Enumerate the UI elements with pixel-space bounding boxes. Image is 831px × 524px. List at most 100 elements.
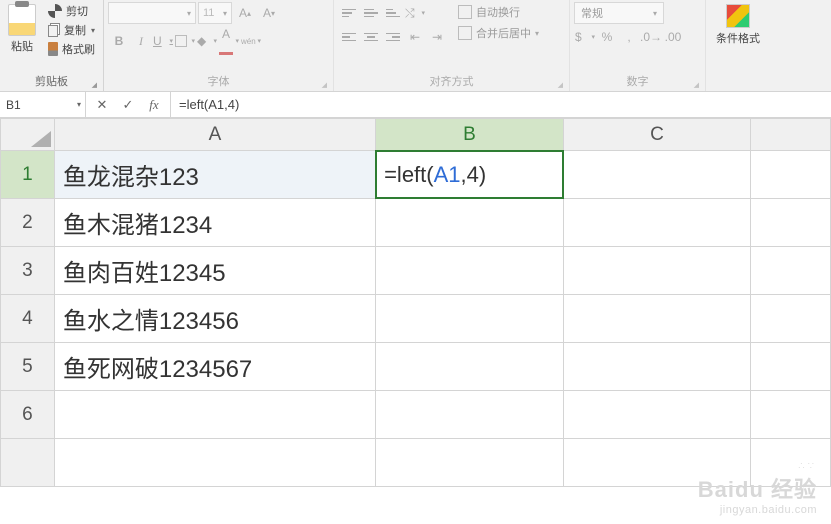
merge-center-button[interactable]: 合并后居中▾ [452, 23, 545, 43]
cell-d4[interactable] [751, 295, 831, 343]
number-format-combo[interactable]: 常规▾ [574, 2, 664, 24]
wrap-label: 自动换行 [476, 4, 520, 20]
cell-b6[interactable] [376, 391, 564, 439]
col-header-b[interactable]: B [376, 119, 564, 151]
align-center-button[interactable] [360, 26, 382, 48]
decrease-font-button[interactable]: A▾ [258, 2, 280, 24]
formula-input[interactable]: =left(A1,4) [171, 92, 831, 117]
copy-icon [48, 25, 58, 37]
wrap-icon [458, 5, 472, 19]
align-right-button[interactable] [382, 26, 404, 48]
cell-d7[interactable] [751, 439, 831, 487]
conditional-format-button[interactable]: 条件格式 [710, 2, 766, 46]
cell-d3[interactable] [751, 247, 831, 295]
cell-b1-content: =left(A1,4) [384, 162, 486, 187]
increase-indent-button[interactable]: ⇥ [426, 26, 448, 48]
copy-label: 复制 [64, 22, 86, 38]
group-clipboard: 粘贴 剪切 复制▾ 格式刷 剪贴板 [0, 0, 104, 91]
font-name-combo[interactable]: ▾ [108, 2, 196, 24]
cell-a3[interactable]: 鱼肉百姓12345 [54, 247, 375, 295]
col-header-c[interactable]: C [563, 119, 750, 151]
group-number: 常规▾ $▾ % , .0→ .00 数字 [570, 0, 706, 91]
row-header-7[interactable] [1, 439, 55, 487]
orientation-button[interactable]: ⤭▾ [404, 2, 426, 24]
group-alignment-label: 对齐方式 [338, 71, 565, 91]
font-size-combo[interactable]: 11▾ [198, 2, 232, 24]
merge-icon [458, 26, 472, 40]
cell-a2[interactable]: 鱼木混猪1234 [54, 199, 375, 247]
row-header-6[interactable]: 6 [1, 391, 55, 439]
cell-b7[interactable] [376, 439, 564, 487]
cell-a4[interactable]: 鱼水之情123456 [54, 295, 375, 343]
wrap-text-button[interactable]: 自动换行 [452, 2, 545, 22]
number-format-value: 常规 [581, 5, 603, 21]
cell-b2[interactable] [376, 199, 564, 247]
cell-b5[interactable] [376, 343, 564, 391]
cell-a7[interactable] [54, 439, 375, 487]
row-header-5[interactable]: 5 [1, 343, 55, 391]
insert-function-button[interactable]: fx [142, 94, 166, 116]
group-font-label: 字体 [108, 71, 329, 91]
cell-b1[interactable]: =left(A1,4) [376, 151, 564, 199]
select-all-corner[interactable] [1, 119, 55, 151]
align-bottom-button[interactable] [382, 2, 404, 24]
name-box-value: B1 [6, 98, 21, 112]
decrease-decimal-button[interactable]: .00 [662, 26, 684, 48]
cell-c4[interactable] [563, 295, 750, 343]
row-header-1[interactable]: 1 [1, 151, 55, 199]
cell-c6[interactable] [563, 391, 750, 439]
cell-d1[interactable] [751, 151, 831, 199]
group-font: ▾ 11▾ A▴ A▾ B I U▾ ▾ ◆▾ A▾ wén▾ 字体 [104, 0, 334, 91]
cut-button[interactable]: 剪切 [44, 2, 99, 20]
fill-color-button[interactable]: ◆▾ [196, 30, 218, 52]
accounting-button[interactable]: $▾ [574, 26, 596, 48]
col-header-a[interactable]: A [54, 119, 375, 151]
cell-b3[interactable] [376, 247, 564, 295]
clipboard-icon [8, 4, 36, 36]
paste-button[interactable]: 粘贴 [4, 2, 40, 54]
comma-button[interactable]: , [618, 26, 640, 48]
increase-decimal-button[interactable]: .0→ [640, 26, 662, 48]
cell-a1[interactable]: 鱼龙混杂123 [54, 151, 375, 199]
increase-font-button[interactable]: A▴ [234, 2, 256, 24]
align-left-button[interactable] [338, 26, 360, 48]
cut-label: 剪切 [66, 3, 88, 19]
cell-c3[interactable] [563, 247, 750, 295]
name-box[interactable]: B1▾ [0, 92, 86, 117]
row-header-3[interactable]: 3 [1, 247, 55, 295]
align-middle-button[interactable] [360, 2, 382, 24]
decrease-indent-button[interactable]: ⇤ [404, 26, 426, 48]
cell-c5[interactable] [563, 343, 750, 391]
cell-c1[interactable] [563, 151, 750, 199]
sheet-area: A B C 1 鱼龙混杂123 =left(A1,4) 2 鱼木混猪1234 3… [0, 118, 831, 487]
cell-a5[interactable]: 鱼死网破1234567 [54, 343, 375, 391]
bold-button[interactable]: B [108, 30, 130, 52]
cell-d6[interactable] [751, 391, 831, 439]
format-painter-button[interactable]: 格式刷 [44, 40, 99, 58]
copy-button[interactable]: 复制▾ [44, 21, 99, 39]
cell-d2[interactable] [751, 199, 831, 247]
cond-format-label: 条件格式 [716, 30, 760, 46]
underline-button[interactable]: U▾ [152, 30, 174, 52]
enter-formula-button[interactable]: ✓ [116, 94, 140, 116]
format-painter-label: 格式刷 [62, 41, 95, 57]
row-header-4[interactable]: 4 [1, 295, 55, 343]
group-styles: 条件格式 _ [706, 0, 770, 91]
cell-c7[interactable] [563, 439, 750, 487]
phonetic-button[interactable]: wén▾ [240, 30, 262, 52]
border-button[interactable]: ▾ [174, 30, 196, 52]
spreadsheet-grid[interactable]: A B C 1 鱼龙混杂123 =left(A1,4) 2 鱼木混猪1234 3… [0, 118, 831, 487]
row-header-2[interactable]: 2 [1, 199, 55, 247]
font-color-button[interactable]: A▾ [218, 30, 240, 52]
cell-c2[interactable] [563, 199, 750, 247]
watermark-url: jingyan.baidu.com [698, 504, 817, 516]
cell-a6[interactable] [54, 391, 375, 439]
cell-b4[interactable] [376, 295, 564, 343]
align-top-button[interactable] [338, 2, 360, 24]
col-header-d[interactable] [751, 119, 831, 151]
italic-button[interactable]: I [130, 30, 152, 52]
paste-label: 粘贴 [11, 38, 33, 54]
percent-button[interactable]: % [596, 26, 618, 48]
cell-d5[interactable] [751, 343, 831, 391]
cancel-formula-button[interactable]: ✕ [90, 94, 114, 116]
